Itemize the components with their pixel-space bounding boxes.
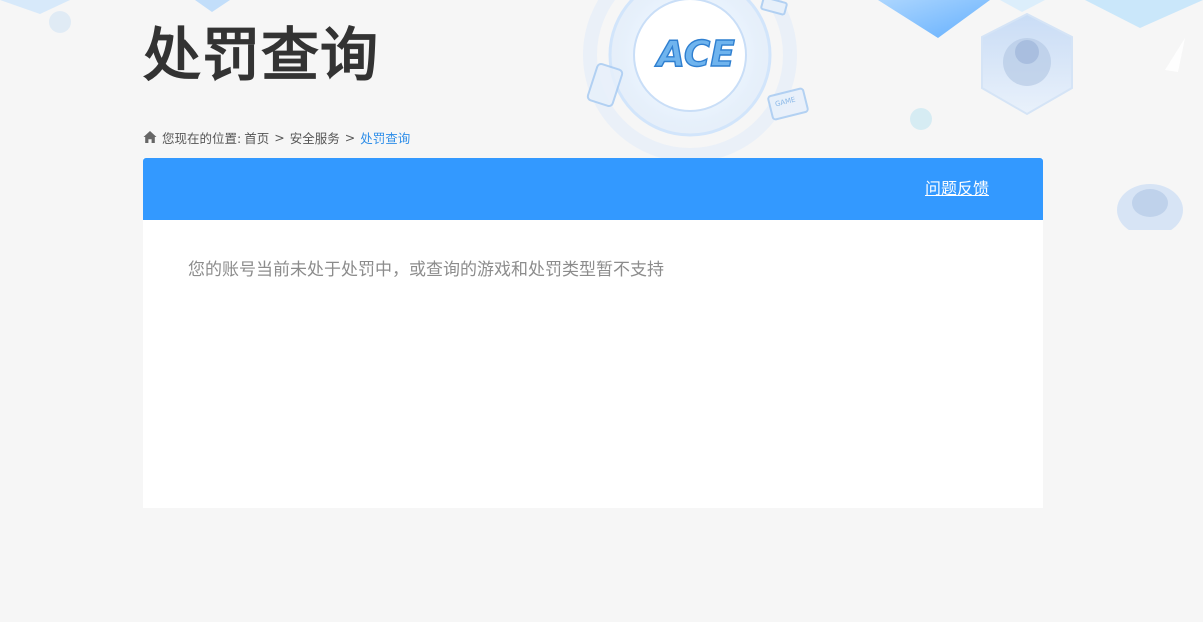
breadcrumb-home-link[interactable]: 首页: [244, 128, 269, 147]
result-panel: 问题反馈 您的账号当前未处于处罚中，或查询的游戏和处罚类型暂不支持: [143, 158, 1043, 508]
feedback-link[interactable]: 问题反馈: [925, 179, 989, 199]
breadcrumb-separator: >: [274, 129, 285, 145]
breadcrumb: 您现在的位置: 首页 > 安全服务 > 处罚查询: [143, 128, 410, 146]
panel-body: 您的账号当前未处于处罚中，或查询的游戏和处罚类型暂不支持: [143, 220, 1043, 320]
game-device-badge: GAME: [774, 95, 797, 109]
ace-logo-text: ACE: [654, 34, 735, 74]
page-title: 处罚查询: [143, 21, 380, 89]
breadcrumb-security-service-link[interactable]: 安全服务: [290, 128, 340, 147]
panel-header: 问题反馈: [143, 158, 1043, 220]
breadcrumb-separator: >: [344, 129, 356, 145]
breadcrumb-prefix: 您现在的位置:: [162, 130, 242, 146]
ace-logo: ACE: [653, 33, 736, 74]
home-icon: [143, 131, 157, 143]
breadcrumb-current-page[interactable]: 处罚查询: [360, 128, 410, 147]
status-message: 您的账号当前未处于处罚中，或查询的游戏和处罚类型暂不支持: [188, 260, 664, 280]
